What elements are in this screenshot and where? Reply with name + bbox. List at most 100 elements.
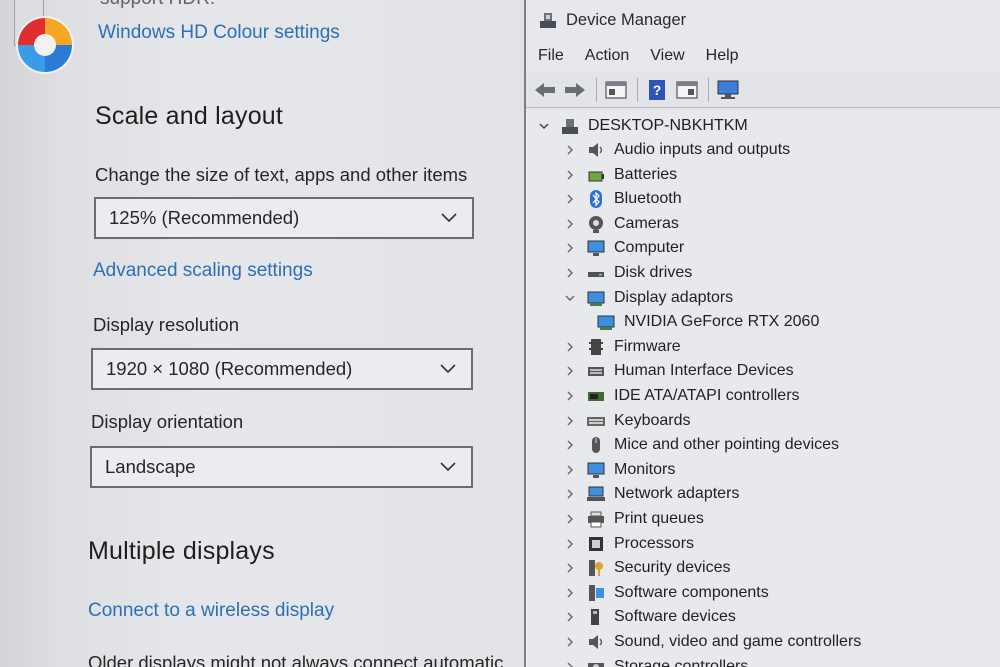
chevron-right-icon[interactable] (564, 439, 576, 451)
orientation-dropdown[interactable]: Landscape (90, 446, 473, 488)
chevron-right-icon[interactable] (564, 365, 576, 377)
windows-hd-colour-link[interactable]: Windows HD Colour settings (98, 22, 340, 44)
tree-node-label: Sound, video and game controllers (614, 633, 862, 650)
chevron-right-icon[interactable] (564, 390, 576, 402)
tree-node-label: Security devices (614, 559, 731, 577)
svg-text:?: ? (653, 82, 662, 98)
action-pane-icon (676, 80, 698, 99)
toolbar-separator (708, 77, 709, 102)
menu-action[interactable]: Action (585, 47, 629, 65)
window-title: Device Manager (566, 10, 687, 29)
disk-drive-icon (588, 272, 604, 277)
chevron-right-icon[interactable] (564, 488, 576, 500)
help-button[interactable]: ? (644, 77, 670, 103)
scan-hardware-button[interactable] (715, 77, 741, 103)
tree-node-label: Computer (614, 239, 685, 257)
tree-node-label: Keyboards (614, 411, 691, 429)
tree-node-keyboard[interactable]: Keyboards (564, 409, 691, 433)
chevron-right-icon[interactable] (564, 661, 576, 667)
chevron-right-icon[interactable] (564, 587, 576, 599)
ide-controller-icon (588, 392, 604, 401)
chevron-right-icon[interactable] (564, 242, 576, 254)
tree-node-mouse[interactable]: Mice and other pointing devices (564, 433, 839, 457)
display-orientation-label: Display orientation (91, 411, 244, 432)
chevron-right-icon[interactable] (564, 169, 576, 181)
device-manager-titlebar: Device Manager (526, 0, 1000, 40)
chevron-right-icon[interactable] (564, 341, 576, 353)
forward-button[interactable] (562, 77, 588, 103)
tree-node-computer[interactable]: Computer (564, 236, 684, 260)
tree-node-label: Display adaptors (614, 288, 734, 306)
tree-node-network-adapter[interactable]: Network adapters (564, 482, 739, 506)
display-resolution-label: Display resolution (93, 314, 240, 335)
back-button[interactable] (532, 77, 558, 103)
tree-root[interactable]: DESKTOP-NBKHTKM (538, 114, 748, 138)
chevron-right-icon[interactable] (564, 267, 576, 279)
tree-node-label: Network adapters (614, 485, 740, 503)
tree-node-display-adapter[interactable]: Display adaptors (564, 286, 733, 310)
computer-root-icon (562, 119, 578, 134)
chevron-right-icon[interactable] (564, 538, 576, 550)
tree-node-label: Storage controllers (614, 657, 749, 667)
tree-node-security-key[interactable]: Security devices (564, 556, 731, 580)
scale-layout-heading: Scale and layout (95, 102, 284, 130)
tree-node-software-component[interactable]: Software components (564, 581, 769, 605)
storage-controller-icon (588, 662, 604, 667)
tree-node-label: NVIDIA GeForce RTX 2060 (624, 313, 820, 331)
tree-node-firmware[interactable]: Firmware (564, 335, 681, 359)
keyboard-icon (587, 416, 605, 426)
tree-node-ide-controller[interactable]: IDE ATA/ATAPI controllers (564, 384, 800, 408)
tree-node-camera[interactable]: Cameras (564, 212, 679, 236)
tree-node-sound-controller[interactable]: Sound, video and game controllers (564, 630, 861, 654)
tree-node-printer[interactable]: Print queues (564, 507, 704, 531)
computer-icon (587, 240, 605, 257)
help-icon: ? (649, 79, 665, 100)
tree-node-battery[interactable]: Batteries (564, 163, 677, 187)
chevron-down-icon[interactable] (538, 120, 550, 132)
properties-button[interactable] (603, 77, 629, 103)
chevron-right-icon[interactable] (564, 218, 576, 230)
tree-node-label: IDE ATA/ATAPI controllers (614, 387, 800, 404)
tree-node-storage-controller[interactable]: Storage controllers (564, 655, 748, 667)
tree-node-disk-drive[interactable]: Disk drives (564, 261, 692, 285)
tree-node-nvidia-gpu[interactable]: NVIDIA GeForce RTX 2060 (596, 310, 819, 334)
tree-node-bluetooth[interactable]: Bluetooth (564, 187, 682, 211)
device-manager-window: Device Manager File Action View Help ? D… (524, 0, 1000, 667)
tree-node-speaker[interactable]: Audio inputs and outputs (564, 138, 790, 162)
mouse-icon (592, 437, 600, 454)
menu-view[interactable]: View (650, 47, 684, 65)
chevron-right-icon[interactable] (564, 193, 576, 205)
chevron-right-icon[interactable] (564, 562, 576, 574)
tree-node-processor[interactable]: Processors (564, 532, 694, 556)
tree-node-monitor[interactable]: Monitors (564, 458, 675, 482)
chevron-right-icon[interactable] (564, 513, 576, 525)
resolution-dropdown[interactable]: 1920 × 1080 (Recommended) (91, 348, 473, 390)
display-settings-panel: support HDR. Windows HD Colour settings … (0, 0, 524, 667)
chevron-right-icon[interactable] (564, 415, 576, 427)
printer-icon (588, 511, 604, 528)
menu-file[interactable]: File (538, 47, 564, 65)
hid-icon (588, 367, 604, 377)
forward-arrow-icon (565, 82, 585, 97)
tree-node-software-device[interactable]: Software devices (564, 605, 736, 629)
root-label: DESKTOP-NBKHTKM (588, 117, 748, 134)
properties-pane-icon (605, 80, 627, 99)
sound-controller-icon (589, 635, 603, 649)
tree-node-label: Print queues (614, 510, 704, 527)
tree-node-label: Disk drives (614, 264, 693, 281)
bluetooth-icon (590, 190, 602, 209)
chevron-right-icon[interactable] (564, 144, 576, 156)
monitor-scan-icon (717, 80, 739, 99)
connect-wireless-display-link[interactable]: Connect to a wireless display (88, 600, 334, 622)
chevron-right-icon[interactable] (564, 611, 576, 623)
chevron-right-icon[interactable] (564, 464, 576, 476)
chevron-down-icon[interactable] (564, 292, 576, 304)
chevron-right-icon[interactable] (564, 636, 576, 648)
back-arrow-icon (535, 82, 555, 97)
scale-dropdown[interactable]: 125% (Recommended) (94, 197, 474, 239)
advanced-scaling-link[interactable]: Advanced scaling settings (93, 260, 313, 282)
menu-help[interactable]: Help (706, 47, 739, 65)
battery-icon (588, 171, 604, 182)
tree-node-hid[interactable]: Human Interface Devices (564, 359, 794, 383)
action-pane-button[interactable] (674, 77, 700, 103)
